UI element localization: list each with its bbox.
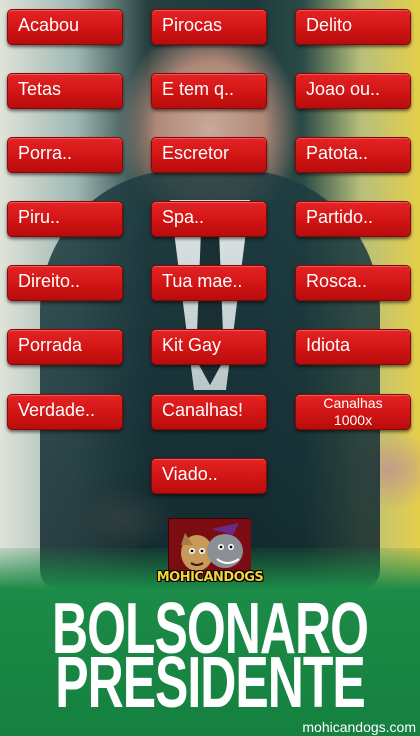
sound-button-acabou[interactable]: Acabou	[7, 9, 123, 45]
sound-button-joao-ou[interactable]: Joao ou..	[295, 73, 411, 109]
sound-button-viado[interactable]: Viado..	[151, 458, 267, 494]
dogs-icon	[169, 519, 251, 577]
site-link[interactable]: mohicandogs.com	[302, 719, 416, 735]
sound-button-tua-mae[interactable]: Tua mae..	[151, 265, 267, 301]
sound-button-patota[interactable]: Patota..	[295, 137, 411, 173]
logo-dogs-artwork	[168, 518, 251, 577]
sound-button-canalhas-1000x[interactable]: Canalhas 1000x	[295, 394, 411, 430]
sound-button-e-tem-q[interactable]: E tem q..	[151, 73, 267, 109]
sound-button-verdade[interactable]: Verdade..	[7, 394, 123, 430]
logo-text: MOHICANDOGS	[156, 570, 264, 585]
sound-button-spa[interactable]: Spa..	[151, 201, 267, 237]
button-label-line2: 1000x	[333, 412, 373, 428]
sound-button-canalhas[interactable]: Canalhas!	[151, 394, 267, 430]
sound-button-porra[interactable]: Porra..	[7, 137, 123, 173]
sound-button-piru[interactable]: Piru..	[7, 201, 123, 237]
sound-button-direito[interactable]: Direito..	[7, 265, 123, 301]
sound-button-pirocas[interactable]: Pirocas	[151, 9, 267, 45]
sound-button-rosca[interactable]: Rosca..	[295, 265, 411, 301]
sound-button-tetas[interactable]: Tetas	[7, 73, 123, 109]
button-label-line1: Canalhas	[323, 395, 383, 411]
headline-line2: PRESIDENTE	[55, 641, 366, 723]
mohicandogs-logo: MOHICANDOGS	[155, 518, 265, 592]
sound-button-kit-gay[interactable]: Kit Gay	[151, 329, 267, 365]
sound-button-idiota[interactable]: Idiota	[295, 329, 411, 365]
sound-button-delito[interactable]: Delito	[295, 9, 411, 45]
sound-button-porrada[interactable]: Porrada	[7, 329, 123, 365]
sound-button-partido[interactable]: Partido..	[295, 201, 411, 237]
sound-button-escretor[interactable]: Escretor	[151, 137, 267, 173]
